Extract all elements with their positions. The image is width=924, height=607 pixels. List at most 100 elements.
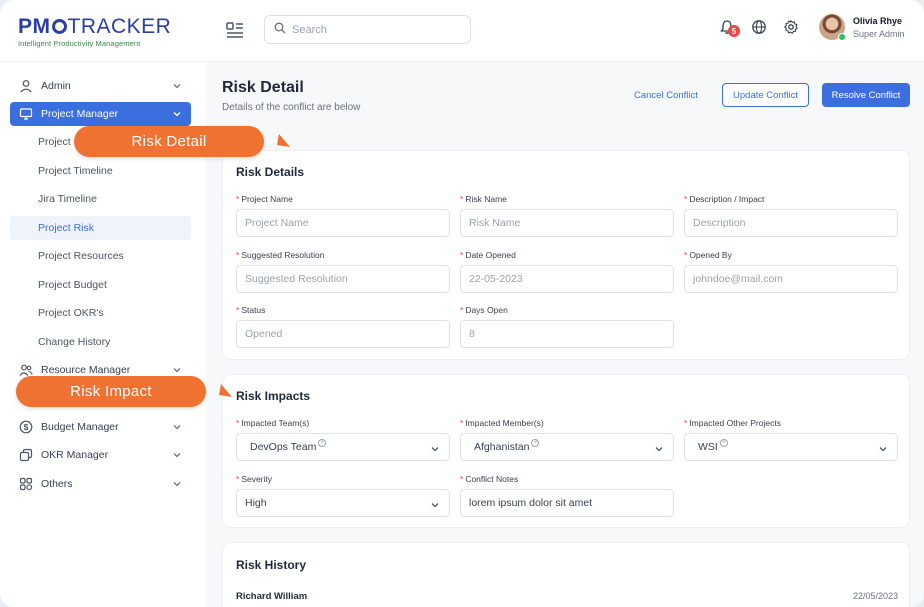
- callout-arrow-icon: [277, 134, 290, 147]
- chevron-down-icon: [172, 81, 182, 94]
- avatar: [819, 14, 846, 41]
- selected-tag: DevOps Team: [250, 441, 317, 453]
- logo-o-ring: [51, 19, 67, 34]
- conflict-notes-input[interactable]: lorem ipsum dolor sit amet: [460, 489, 674, 517]
- sidebar-subitem-project-budget[interactable]: Project Budget: [10, 273, 191, 297]
- sidebar-subitem-project-resources[interactable]: Project Resources: [10, 244, 191, 268]
- app-window: PM TRACKER Intelligent Productivity Manag…: [0, 0, 924, 607]
- field-label-text: Impacted Member(s): [465, 418, 544, 428]
- required-marker: *: [236, 418, 240, 428]
- field-label-text: Severity: [241, 474, 273, 484]
- card-title: Risk History: [236, 558, 307, 572]
- required-marker: *: [236, 474, 240, 484]
- remove-tag-icon[interactable]: ×: [531, 439, 540, 447]
- field-label: * Conflict Notes: [460, 474, 674, 485]
- globe-icon: [751, 19, 767, 40]
- risk-history-card: Risk History Richard William 22/05/2023: [222, 542, 910, 607]
- language-button[interactable]: [748, 18, 770, 40]
- page-title: Risk Detail: [222, 79, 304, 96]
- risk-impacts-card: Risk Impacts * Impacted Team(s) DevOps Te…: [222, 374, 910, 528]
- field-label-text: Project Name: [241, 194, 293, 204]
- card-title: Risk Impacts: [236, 389, 311, 403]
- field-label-text: Date Opened: [465, 250, 516, 260]
- opened-by-input[interactable]: johndoe@mail.com: [684, 265, 898, 293]
- sidebar-item-others[interactable]: Others: [10, 472, 191, 496]
- field-label: * Status: [236, 305, 450, 316]
- sidebar-item-label: Others: [41, 478, 73, 490]
- chevron-down-icon: [172, 479, 182, 492]
- field-label-text: Impacted Other Projects: [689, 418, 781, 428]
- field-label: * Days Open: [460, 305, 674, 316]
- days-open-input[interactable]: 8: [460, 320, 674, 348]
- search-box: [264, 15, 471, 44]
- field-label: * Risk Name: [460, 194, 674, 205]
- sidebar-subitem-project-risk[interactable]: Project Risk: [10, 216, 191, 240]
- user-icon: [19, 79, 33, 93]
- risk-name-input[interactable]: Risk Name: [460, 209, 674, 237]
- field-label-text: Conflict Notes: [465, 474, 519, 484]
- days-open-field: * Days Open 8: [460, 305, 674, 348]
- remove-tag-icon[interactable]: ×: [318, 439, 327, 447]
- card-title: Risk Details: [236, 165, 305, 179]
- field-label: * Severity: [236, 474, 450, 485]
- field-label-text: Suggested Resolution: [241, 250, 325, 260]
- logo-tracker: TRACKER: [67, 15, 172, 38]
- status-input[interactable]: Opened: [236, 320, 450, 348]
- field-label: * Date Opened: [460, 250, 674, 261]
- field-label-text: Risk Name: [465, 194, 507, 204]
- required-marker: *: [236, 305, 240, 315]
- project-name-input[interactable]: Project Name: [236, 209, 450, 237]
- sidebar-subitem-project-okrs[interactable]: Project OKR's: [10, 301, 191, 325]
- settings-button[interactable]: [780, 18, 802, 40]
- conflict-notes-field: * Conflict Notes lorem ipsum dolor sit am…: [460, 474, 674, 517]
- suggested-resolution-input[interactable]: Suggested Resolution: [236, 265, 450, 293]
- required-marker: *: [460, 474, 464, 484]
- field-label: * Impacted Member(s): [460, 418, 674, 429]
- sidebar-subitem-project-timeline[interactable]: Project Timeline: [10, 159, 191, 183]
- field-label-text: Impacted Team(s): [241, 418, 310, 428]
- update-conflict-button[interactable]: Update Conflict: [722, 83, 809, 107]
- apps-icon: [19, 477, 33, 491]
- suggested-resolution-field: * Suggested Resolution Suggested Resoluti…: [236, 250, 450, 293]
- description-field: * Description / Impact Description: [684, 194, 898, 237]
- cancel-conflict-button[interactable]: Cancel Conflict: [634, 90, 698, 101]
- field-label-text: Status: [241, 305, 266, 315]
- notifications-button[interactable]: 5: [716, 18, 740, 40]
- sidebar-item-okr-manager[interactable]: OKR Manager: [10, 443, 191, 467]
- menu-toggle-icon[interactable]: [224, 19, 246, 41]
- copy-icon: [19, 448, 33, 462]
- opened-by-field: * Opened By johndoe@mail.com: [684, 250, 898, 293]
- impacted-teams-select[interactable]: DevOps Team ×: [236, 433, 450, 461]
- date-opened-input[interactable]: 22-05-2023: [460, 265, 674, 293]
- monitor-icon: [19, 107, 33, 121]
- selected-tag: WSI: [698, 441, 718, 453]
- required-marker: *: [684, 418, 688, 428]
- required-marker: *: [460, 305, 464, 315]
- sidebar-item-project-manager[interactable]: Project Manager: [10, 102, 191, 126]
- logo-wordmark: PM TRACKER: [18, 16, 171, 38]
- main-content: Risk Detail Details of the conflict are …: [206, 62, 924, 607]
- field-label-text: Description / Impact: [689, 194, 765, 204]
- description-input[interactable]: Description: [684, 209, 898, 237]
- field-label: * Suggested Resolution: [236, 250, 450, 261]
- search-input[interactable]: [292, 23, 452, 36]
- sidebar-subitem-jira-timeline[interactable]: Jira Timeline: [10, 187, 191, 211]
- sidebar-item-budget-manager[interactable]: $ Budget Manager: [10, 415, 191, 439]
- severity-select[interactable]: High: [236, 489, 450, 517]
- user-menu[interactable]: Olivia Rhye Super Admin: [819, 14, 905, 41]
- notification-count-badge: 5: [728, 25, 740, 37]
- required-marker: *: [684, 250, 688, 260]
- search-icon: [274, 21, 286, 39]
- project-name-field: * Project Name Project Name: [236, 194, 450, 237]
- sidebar-item-admin[interactable]: Admin: [10, 74, 191, 98]
- resolve-conflict-button[interactable]: Resolve Conflict: [822, 83, 910, 107]
- user-name: Olivia Rhye: [853, 15, 903, 26]
- field-label: * Opened By: [684, 250, 898, 261]
- impacted-members-select[interactable]: Afghanistan ×: [460, 433, 674, 461]
- impacted-teams-field: * Impacted Team(s) DevOps Team ×: [236, 418, 450, 461]
- logo[interactable]: PM TRACKER Intelligent Productivity Manag…: [18, 16, 171, 49]
- top-icons: 5: [716, 18, 812, 40]
- impacted-other-projects-select[interactable]: WSI ×: [684, 433, 898, 461]
- remove-tag-icon[interactable]: ×: [719, 439, 728, 447]
- sidebar-subitem-change-history[interactable]: Change History: [10, 330, 191, 354]
